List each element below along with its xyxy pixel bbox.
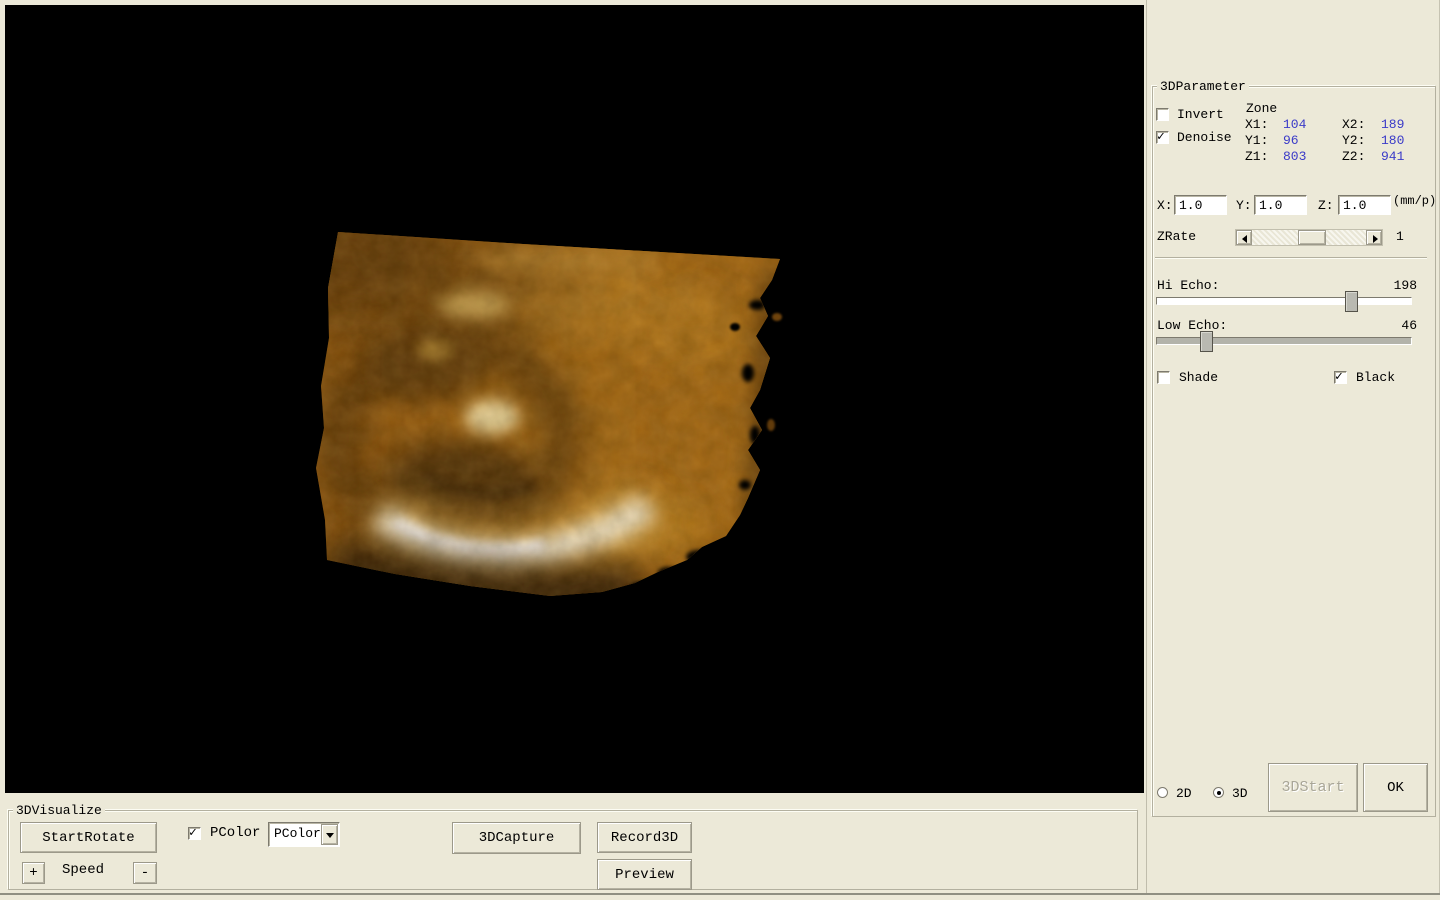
visualize-panel: 3DVisualize StartRotate ✓ PColor PColor … (0, 793, 1144, 893)
zrate-scroll-left-button[interactable] (1236, 230, 1252, 245)
low-echo-track[interactable] (1156, 337, 1412, 345)
zone-y2-value: 180 (1381, 133, 1405, 148)
y-scale-input[interactable]: 1.0 (1254, 195, 1307, 215)
zone-z2-value: 941 (1381, 149, 1405, 164)
app-window: 3DParameter ✓ Invert ✓ Denoise Zone X1: … (0, 0, 1440, 900)
invert-label: Invert (1177, 107, 1224, 122)
zone-y1-label: Y1: (1245, 133, 1269, 148)
checkmark-icon: ✓ (1335, 369, 1343, 384)
x-scale-input[interactable]: 1.0 (1174, 195, 1227, 215)
mode-3d-radio[interactable] (1213, 787, 1224, 798)
zrate-value: 1 (1396, 229, 1404, 244)
low-echo-slider[interactable] (1156, 331, 1412, 353)
divider (1155, 257, 1427, 259)
z-scale-label: Z: (1318, 198, 1334, 213)
denoise-checkbox[interactable]: ✓ (1156, 129, 1169, 144)
3dcapture-button[interactable]: 3DCapture (452, 822, 581, 854)
ok-button[interactable]: OK (1363, 763, 1428, 812)
speed-minus-button[interactable]: - (133, 862, 157, 884)
pcolor-label: PColor (210, 825, 261, 841)
hi-echo-slider[interactable] (1156, 291, 1412, 313)
pcolor-checkbox[interactable]: ✓ (188, 825, 201, 840)
zone-x2-label: X2: (1342, 117, 1366, 132)
scale-unit-label: (mm/p) (1393, 194, 1437, 208)
radio-dot-icon (1217, 791, 1221, 795)
shade-checkbox[interactable]: ✓ (1157, 371, 1170, 384)
zone-x2-value: 189 (1381, 117, 1405, 132)
render-viewport[interactable] (5, 5, 1144, 793)
record3d-button[interactable]: Record3D (597, 822, 692, 853)
3dstart-button[interactable]: 3DStart (1268, 763, 1358, 812)
low-echo-thumb[interactable] (1200, 331, 1213, 352)
shade-label: Shade (1179, 370, 1219, 385)
zone-label: Zone (1246, 101, 1278, 116)
hi-echo-track[interactable] (1156, 297, 1412, 305)
chevron-down-icon (326, 833, 334, 838)
checkmark-icon: ✓ (1157, 129, 1165, 144)
ultrasound-3d-render (316, 232, 782, 596)
x-scale-label: X: (1157, 198, 1173, 213)
parameter-panel: 3DParameter ✓ Invert ✓ Denoise Zone X1: … (1146, 0, 1440, 894)
zone-z1-value: 803 (1283, 149, 1307, 164)
speed-plus-button[interactable]: + (22, 862, 45, 884)
arrow-left-icon (1242, 235, 1247, 243)
pcolor-dropdown-value: PColor (274, 826, 321, 841)
zone-y2-label: Y2: (1342, 133, 1366, 148)
mode-2d-label: 2D (1176, 786, 1192, 801)
checkmark-icon: ✓ (189, 825, 197, 840)
zrate-scroll-right-button[interactable] (1366, 230, 1382, 245)
z-scale-input[interactable]: 1.0 (1338, 195, 1391, 215)
zone-y1-value: 96 (1283, 133, 1299, 148)
speed-label: Speed (62, 862, 105, 878)
parameter-group-title: 3DParameter (1157, 79, 1249, 94)
arrow-right-icon (1373, 235, 1378, 243)
preview-button[interactable]: Preview (597, 859, 692, 890)
dropdown-button[interactable] (321, 824, 338, 845)
zrate-scroll-thumb[interactable] (1298, 230, 1326, 245)
zrate-label: ZRate (1157, 229, 1197, 244)
mode-3d-label: 3D (1232, 786, 1248, 801)
pcolor-dropdown[interactable]: PColor (268, 822, 340, 847)
black-checkbox[interactable]: ✓ (1334, 369, 1347, 384)
zone-x1-value: 104 (1283, 117, 1307, 132)
y-scale-label: Y: (1236, 198, 1252, 213)
mode-2d-radio[interactable] (1157, 787, 1168, 798)
invert-checkbox[interactable]: ✓ (1156, 108, 1169, 121)
zone-z2-label: Z2: (1342, 149, 1366, 164)
start-rotate-button[interactable]: StartRotate (20, 822, 157, 853)
zrate-scrollbar[interactable] (1235, 229, 1383, 246)
zone-z1-label: Z1: (1245, 149, 1269, 164)
visualize-group-title: 3DVisualize (13, 803, 105, 818)
hi-echo-thumb[interactable] (1345, 291, 1358, 312)
black-label: Black (1356, 370, 1396, 385)
window-bottom-edge (0, 893, 1440, 895)
zone-x1-label: X1: (1245, 117, 1269, 132)
denoise-label: Denoise (1177, 130, 1232, 145)
